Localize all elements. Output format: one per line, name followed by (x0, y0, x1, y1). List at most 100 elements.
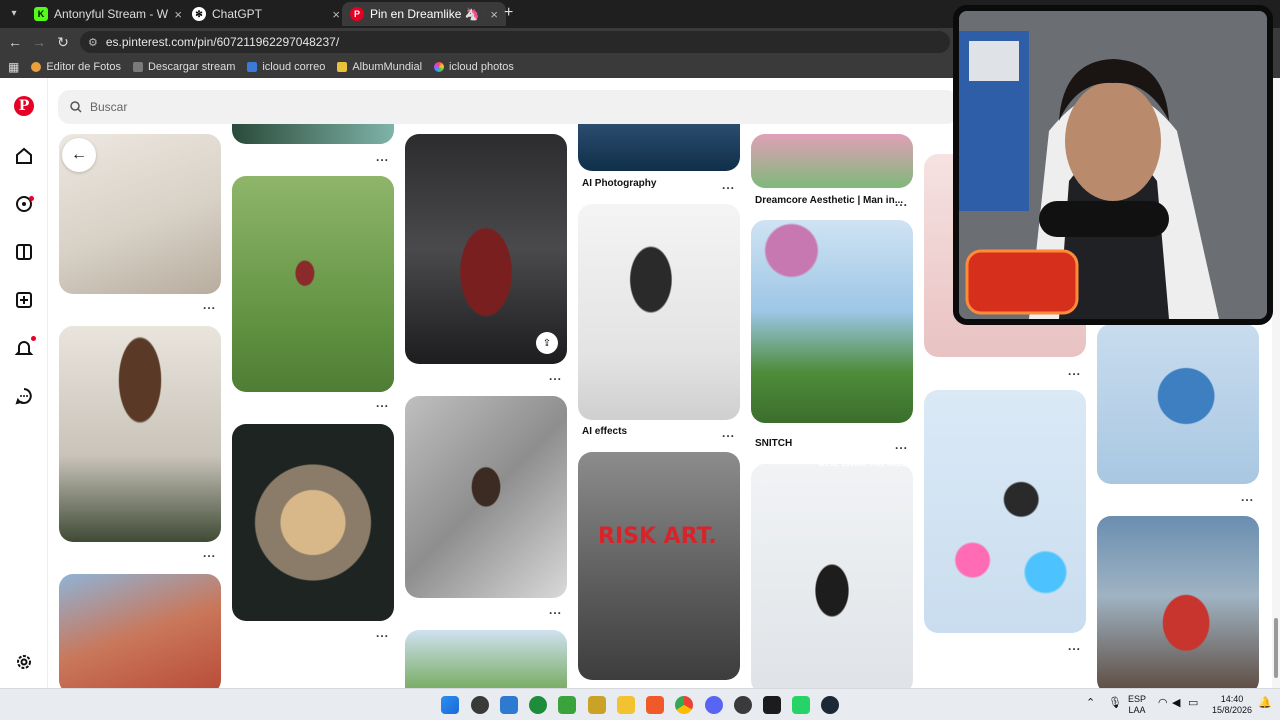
pin-image[interactable] (59, 326, 221, 542)
address-bar[interactable]: ⚙ es.pinterest.com/pin/60721196229704823… (80, 31, 950, 53)
chrome-icon[interactable] (675, 696, 693, 714)
pin-caption: Dreamcore Aesthetic | Man in... (755, 195, 904, 206)
apps-grid-icon[interactable]: ▦ (8, 60, 19, 74)
home-icon[interactable] (14, 146, 34, 166)
close-icon[interactable]: × (332, 7, 340, 22)
tab-chatgpt[interactable]: ✻ ChatGPT × (184, 2, 348, 26)
reload-icon[interactable]: ↻ (54, 33, 72, 51)
pinterest-logo[interactable]: P (14, 96, 34, 116)
new-tab-button[interactable]: + (504, 4, 513, 22)
looks-subtitle: WE'RE LOVING THIS WEEK (818, 461, 907, 468)
more-options-icon[interactable]: ... (549, 369, 562, 383)
volume-icon[interactable]: ◀ (1172, 698, 1180, 709)
more-options-icon[interactable]: ... (1068, 364, 1081, 378)
boards-icon[interactable] (14, 242, 34, 262)
bookmark-albummundial[interactable]: AlbumMundial (337, 61, 422, 73)
minecraft-icon[interactable] (558, 696, 576, 714)
pin-image[interactable] (405, 396, 567, 598)
bookmark-icloud-photos[interactable]: icloud photos (434, 61, 514, 73)
looks-title: LOOKS (818, 446, 872, 462)
pin-image[interactable] (405, 630, 567, 688)
more-options-icon[interactable]: ... (376, 150, 389, 164)
windows-start-icon[interactable] (441, 696, 459, 714)
more-options-icon[interactable]: ... (376, 626, 389, 640)
scrollbar-thumb[interactable] (1274, 618, 1278, 678)
pin-image[interactable] (751, 464, 913, 688)
bell-icon[interactable] (14, 338, 34, 358)
discord-icon[interactable] (705, 696, 723, 714)
brave-icon[interactable] (646, 696, 664, 714)
site-info-icon[interactable]: ⚙ (88, 36, 98, 49)
bookmark-label: Descargar stream (147, 61, 236, 73)
tab-antonyful[interactable]: K Antonyful Stream - Watch Live × (26, 2, 190, 26)
more-options-icon[interactable]: ... (549, 603, 562, 617)
more-options-icon[interactable]: ... (203, 546, 216, 560)
keyboard-layout: LAA (1128, 705, 1146, 715)
pin-image[interactable] (578, 204, 740, 420)
battery-icon[interactable]: ▭ (1188, 698, 1198, 709)
bookmark-label: icloud correo (262, 61, 326, 73)
back-button[interactable]: ← (62, 138, 96, 172)
tab-pinterest[interactable]: P Pin en Dreamlike 🦄 🎶 💗 × (342, 2, 506, 26)
pin-image[interactable] (578, 452, 740, 680)
forward-arrow-icon[interactable]: → (30, 33, 48, 51)
game-launcher-icon[interactable] (588, 696, 606, 714)
microphone-icon[interactable]: 🎙 (1108, 698, 1122, 709)
windows-taskbar: ⌃ 🎙 ESP LAA ◠ ◀ ▭ 14:40 15/8/2026 🔔 (0, 688, 1280, 720)
more-options-icon[interactable]: ... (203, 298, 216, 312)
pin-image[interactable] (578, 124, 740, 171)
pin-image[interactable] (751, 134, 913, 188)
obs-icon[interactable] (734, 696, 752, 714)
more-options-icon[interactable]: ... (722, 178, 735, 192)
file-explorer-icon[interactable] (617, 696, 635, 714)
pin-image[interactable] (232, 424, 394, 621)
pin-image[interactable] (924, 390, 1086, 633)
pin-image[interactable] (232, 176, 394, 392)
date: 15/8/2026 (1212, 705, 1253, 715)
more-options-icon[interactable]: ... (1241, 490, 1254, 504)
whatsapp-icon[interactable] (792, 696, 810, 714)
pin-image[interactable] (405, 134, 567, 364)
widgets-icon[interactable] (471, 696, 489, 714)
language-indicator[interactable]: ESP LAA (1128, 694, 1146, 716)
search-bar[interactable]: Buscar (58, 90, 958, 124)
pin-image[interactable] (59, 574, 221, 688)
more-options-icon[interactable]: ... (1068, 639, 1081, 653)
messages-icon[interactable] (14, 386, 34, 406)
more-options-icon[interactable]: ... (895, 195, 908, 209)
bookmark-descargar-stream[interactable]: Descargar stream (132, 61, 236, 73)
settings-gear-icon[interactable] (14, 652, 34, 672)
clock[interactable]: 14:40 15/8/2026 (1212, 694, 1252, 716)
capcut-icon[interactable] (763, 696, 781, 714)
kick-icon: K (34, 7, 48, 21)
xbox-icon[interactable] (529, 696, 547, 714)
close-icon[interactable]: × (490, 7, 498, 22)
chevron-up-icon[interactable]: ⌃ (1086, 698, 1095, 709)
pin-image[interactable] (1097, 324, 1259, 484)
steam-icon[interactable] (821, 696, 839, 714)
search-icon (70, 101, 82, 113)
pin-image[interactable] (232, 124, 394, 144)
pin-image[interactable] (751, 220, 913, 423)
tab-search-icon[interactable]: ▾ (6, 6, 22, 22)
wifi-icon[interactable]: ◠ (1158, 698, 1168, 709)
more-options-icon[interactable]: ... (376, 396, 389, 410)
notification-dot (31, 336, 36, 341)
more-options-icon[interactable]: ... (722, 426, 735, 440)
share-icon[interactable]: ⇪ (536, 332, 558, 354)
bookmark-label: AlbumMundial (352, 61, 423, 73)
pin-image[interactable] (1097, 516, 1259, 688)
bookmark-editor-fotos[interactable]: Editor de Fotos (31, 61, 121, 73)
language-code: ESP (1128, 694, 1147, 704)
create-icon[interactable] (14, 290, 34, 310)
bookmark-icloud-correo[interactable]: icloud correo (247, 61, 325, 73)
store-icon[interactable] (500, 696, 518, 714)
back-arrow-icon[interactable]: ← (6, 33, 24, 51)
tab-title: Antonyful Stream - Watch Live (54, 7, 168, 21)
webcam-overlay (953, 5, 1273, 325)
notification-center-icon[interactable]: 🔔 (1258, 698, 1272, 709)
scrollbar[interactable] (1272, 78, 1280, 688)
close-icon[interactable]: × (174, 7, 182, 22)
pin-caption: SNITCH (755, 438, 793, 449)
pin-graffiti-text: RISK ART. (598, 524, 717, 549)
